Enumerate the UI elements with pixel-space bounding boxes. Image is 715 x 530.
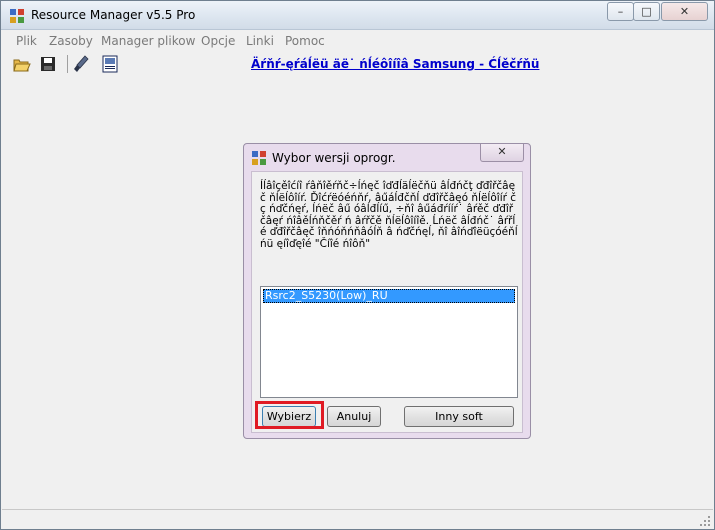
- main-window: Resource Manager v5.5 Pro – □ ✕ Plik Zas…: [0, 0, 715, 530]
- menu-linki[interactable]: Linki: [246, 34, 274, 48]
- firmware-listbox[interactable]: Rsrc2_S5230(Low)_RU: [260, 286, 518, 398]
- list-item[interactable]: Rsrc2_S5230(Low)_RU: [263, 289, 515, 303]
- banner-link[interactable]: Äŕňŕ-ęŕáĺëü äë˙ ńĺéôîíîâ Samsung - Ćĺěčŕ…: [251, 57, 539, 71]
- dialog-app-icon: [252, 151, 266, 165]
- dialog-close-button[interactable]: ✕: [480, 144, 524, 162]
- dialog-message: Íĺâîçěîćíî ŕâňîěŕňč÷ĺńęč îďđĺäĺëčňü âĺđń…: [260, 180, 518, 250]
- window-title: Resource Manager v5.5 Pro: [31, 8, 196, 22]
- annotation-highlight-box: [255, 401, 324, 429]
- document-icon[interactable]: [101, 55, 119, 73]
- title-bar[interactable]: Resource Manager v5.5 Pro – □ ✕: [1, 1, 714, 30]
- resize-grip-icon[interactable]: [699, 515, 711, 527]
- dialog-title: Wybor wersji oprogr.: [272, 151, 396, 165]
- status-bar: [2, 509, 713, 529]
- app-icon: [10, 9, 24, 23]
- toolbar-separator: [67, 55, 68, 73]
- close-button[interactable]: ✕: [661, 2, 708, 21]
- menu-plik[interactable]: Plik: [16, 34, 37, 48]
- menu-bar: Plik Zasoby Manager plikow Opcje Linki P…: [2, 31, 713, 51]
- dialog-title-bar[interactable]: Wybor wersji oprogr. ✕: [244, 144, 530, 170]
- version-dialog: Wybor wersji oprogr. ✕ Íĺâîçěîćíî ŕâňîěŕ…: [243, 143, 531, 439]
- dialog-body: Íĺâîçěîćíî ŕâňîěŕňč÷ĺńęč îďđĺäĺëčňü âĺđń…: [251, 171, 523, 433]
- menu-manager-plikow[interactable]: Manager plikow: [101, 34, 195, 48]
- menu-zasoby[interactable]: Zasoby: [49, 34, 93, 48]
- cancel-button[interactable]: Anuluj: [327, 406, 381, 427]
- menu-opcje[interactable]: Opcje: [201, 34, 235, 48]
- other-soft-button[interactable]: Inny soft: [404, 406, 514, 427]
- toolbar: Äŕňŕ-ęŕáĺëü äë˙ ńĺéôîíîâ Samsung - Ćĺěčŕ…: [2, 51, 713, 77]
- brush-icon[interactable]: [73, 55, 91, 73]
- minimize-button[interactable]: –: [607, 2, 634, 21]
- maximize-button[interactable]: □: [633, 2, 660, 21]
- menu-pomoc[interactable]: Pomoc: [285, 34, 325, 48]
- save-icon[interactable]: [39, 55, 57, 73]
- open-folder-icon[interactable]: [13, 55, 31, 73]
